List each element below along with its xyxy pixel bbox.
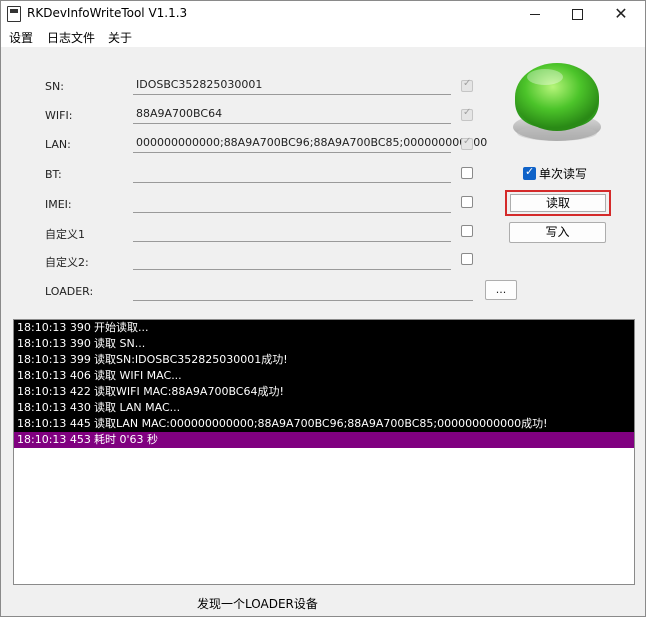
imei-label: IMEI: bbox=[45, 198, 72, 211]
custom2-label: 自定义2: bbox=[45, 256, 89, 269]
read-button-highlight: 读取 bbox=[505, 190, 611, 216]
log-panel[interactable]: 18:10:13 390 开始读取... 18:10:13 390 读取 SN.… bbox=[13, 319, 635, 585]
imei-checkbox[interactable] bbox=[461, 196, 473, 208]
single-rw-checkbox[interactable] bbox=[523, 165, 536, 180]
maximize-icon bbox=[571, 8, 583, 20]
maximize-button[interactable] bbox=[557, 1, 597, 27]
log-row: 18:10:13 390 读取 SN... bbox=[17, 337, 146, 350]
menu-settings[interactable]: 设置 bbox=[9, 29, 33, 46]
sn-checkbox[interactable] bbox=[461, 78, 473, 92]
custom2-checkbox[interactable] bbox=[461, 253, 473, 265]
minimize-button[interactable] bbox=[515, 1, 555, 27]
menu-about[interactable]: 关于 bbox=[108, 29, 132, 46]
imei-field[interactable] bbox=[133, 193, 451, 213]
log-row: 18:10:13 390 开始读取... bbox=[17, 321, 149, 334]
bt-field[interactable] bbox=[133, 163, 451, 183]
lan-checkbox[interactable] bbox=[461, 136, 473, 150]
sn-field[interactable]: IDOSBC352825030001 bbox=[133, 75, 451, 95]
bt-label: BT: bbox=[45, 168, 62, 181]
loader-label: LOADER: bbox=[45, 285, 94, 298]
title-bar: RKDevInfoWriteTool V1.1.3 ✕ bbox=[1, 1, 645, 27]
wifi-checkbox[interactable] bbox=[461, 107, 473, 121]
app-icon bbox=[7, 6, 21, 22]
write-button[interactable]: 写入 bbox=[509, 222, 606, 243]
custom1-label: 自定义1 bbox=[45, 228, 85, 241]
bt-checkbox[interactable] bbox=[461, 167, 473, 179]
browse-button[interactable]: ... bbox=[485, 280, 517, 300]
sn-label: SN: bbox=[45, 80, 64, 93]
loader-path-field[interactable] bbox=[133, 281, 473, 301]
lan-field[interactable]: 000000000000;88A9A700BC96;88A9A700BC85;0… bbox=[133, 133, 487, 153]
custom1-checkbox[interactable] bbox=[461, 225, 473, 237]
log-row: 18:10:13 445 读取LAN MAC:000000000000;88A9… bbox=[17, 417, 548, 430]
window-title: RKDevInfoWriteTool V1.1.3 bbox=[27, 6, 188, 20]
wifi-label: WIFI: bbox=[45, 109, 73, 122]
menu-log-file[interactable]: 日志文件 bbox=[47, 29, 95, 46]
menu-bar: 设置 日志文件 关于 bbox=[1, 27, 645, 47]
close-button[interactable]: ✕ bbox=[601, 1, 641, 27]
wifi-field[interactable]: 88A9A700BC64 bbox=[133, 104, 451, 124]
log-row: 18:10:13 399 读取SN:IDOSBC352825030001成功! bbox=[17, 353, 288, 366]
big-green-button-icon[interactable] bbox=[507, 57, 607, 145]
read-button[interactable]: 读取 bbox=[510, 194, 606, 212]
app-window: RKDevInfoWriteTool V1.1.3 ✕ 设置 日志文件 关于 S… bbox=[0, 0, 646, 617]
single-rw-label: 单次读写 bbox=[539, 167, 588, 181]
log-row-highlighted: 18:10:13 453 耗时 0'63 秒 bbox=[14, 432, 634, 448]
custom1-field[interactable] bbox=[133, 222, 451, 242]
custom2-field[interactable] bbox=[133, 250, 451, 270]
log-row: 18:10:13 422 读取WIFI MAC:88A9A700BC64成功! bbox=[17, 385, 284, 398]
minimize-icon bbox=[530, 13, 540, 15]
status-text: 发现一个LOADER设备 bbox=[197, 597, 318, 611]
log-row: 18:10:13 406 读取 WIFI MAC... bbox=[17, 369, 182, 382]
log-row: 18:10:13 430 读取 LAN MAC... bbox=[17, 401, 181, 414]
lan-label: LAN: bbox=[45, 138, 71, 151]
